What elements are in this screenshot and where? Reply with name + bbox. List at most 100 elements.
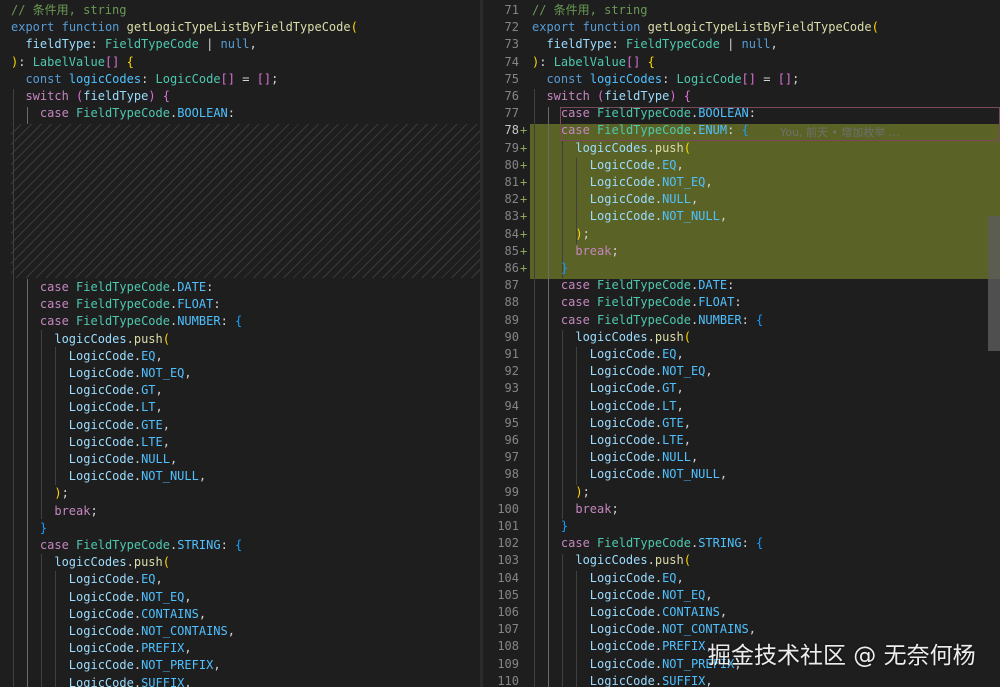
- code-token: {: [683, 89, 692, 103]
- code-token: GTE: [141, 417, 163, 432]
- code-line[interactable]: break;: [532, 501, 618, 518]
- code-token: .: [654, 398, 663, 413]
- code-line[interactable]: logicCodes.push(: [532, 552, 691, 569]
- code-line[interactable]: LogicCode.NOT_NULL,: [11, 468, 206, 485]
- code-line[interactable]: LogicCode.NULL,: [532, 191, 698, 208]
- code-line[interactable]: LogicCode.NOT_EQ,: [532, 587, 713, 604]
- code-line[interactable]: // 条件用, string: [532, 2, 647, 19]
- code-token: case: [39, 297, 69, 312]
- code-line[interactable]: ): LabelValue[] {: [11, 54, 134, 71]
- code-line[interactable]: const logicCodes: LogicCode[] = [];: [532, 71, 799, 88]
- code-line[interactable]: LogicCode.LTE,: [532, 432, 691, 449]
- code-line[interactable]: export function getLogicTypeListByFieldT…: [532, 19, 879, 36]
- code-line[interactable]: case FieldTypeCode.BOOLEAN:: [532, 105, 756, 122]
- code-line[interactable]: LogicCode.NOT_CONTAINS,: [11, 623, 235, 640]
- code-line[interactable]: LogicCode.PREFIX,: [11, 640, 192, 657]
- code-line[interactable]: LogicCode.EQ,: [11, 571, 163, 588]
- code-line[interactable]: LogicCode.NOT_EQ,: [11, 365, 192, 382]
- code-line[interactable]: LogicCode.SUFFIX,: [532, 673, 713, 687]
- code-line[interactable]: LogicCode.GT,: [11, 382, 163, 399]
- code-line[interactable]: LogicCode.SUFFIX,: [11, 675, 192, 687]
- code-line[interactable]: logicCodes.push(: [532, 329, 691, 346]
- code-line[interactable]: case FieldTypeCode.NUMBER: {: [532, 312, 763, 329]
- code-line[interactable]: LogicCode.EQ,: [532, 346, 684, 363]
- code-token: logicCodes: [575, 140, 648, 155]
- code-line[interactable]: case FieldTypeCode.DATE:: [532, 277, 734, 294]
- code-token: []: [777, 71, 793, 86]
- code-line[interactable]: );: [532, 226, 589, 243]
- code-token: GTE: [662, 415, 684, 430]
- code-line[interactable]: case FieldTypeCode.ENUM: {: [532, 122, 749, 139]
- code-token: LogicCode: [589, 157, 655, 172]
- code-line[interactable]: }: [11, 520, 47, 537]
- code-token: case: [560, 278, 590, 293]
- code-line[interactable]: fieldType: FieldTypeCode | null,: [11, 36, 256, 53]
- code-line[interactable]: break;: [11, 503, 97, 520]
- code-line[interactable]: );: [532, 484, 589, 501]
- code-line[interactable]: export function getLogicTypeListByFieldT…: [11, 19, 358, 36]
- line-number: 75: [504, 71, 519, 86]
- code-line[interactable]: fieldType: FieldTypeCode | null,: [532, 36, 777, 53]
- code-token: .: [133, 469, 142, 484]
- code-line[interactable]: LogicCode.GT,: [532, 380, 684, 397]
- code-line[interactable]: logicCodes.push(: [532, 140, 691, 157]
- code-token: ,: [705, 175, 713, 189]
- code-line[interactable]: case FieldTypeCode.DATE:: [11, 279, 213, 296]
- code-line[interactable]: LogicCode.LT,: [11, 399, 163, 416]
- code-token: ;: [611, 243, 619, 258]
- original-editor-pane[interactable]: // 条件用, string export function getLogicTy…: [0, 0, 480, 687]
- code-line[interactable]: }: [532, 518, 568, 535]
- code-line[interactable]: LogicCode.GTE,: [11, 417, 170, 434]
- scrollbar-thumb[interactable]: [988, 216, 1000, 351]
- code-line[interactable]: case FieldTypeCode.NUMBER: {: [11, 313, 242, 330]
- code-token: ,: [198, 469, 207, 484]
- code-line[interactable]: LogicCode.NOT_EQ,: [532, 363, 713, 380]
- code-token: FieldTypeCode: [104, 37, 199, 52]
- code-line[interactable]: // 条件用, string: [11, 2, 126, 19]
- code-line[interactable]: LogicCode.GTE,: [532, 415, 691, 432]
- code-line[interactable]: LogicCode.NULL,: [11, 451, 177, 468]
- code-line[interactable]: LogicCode.NOT_NULL,: [532, 208, 727, 225]
- code-line[interactable]: LogicCode.LT,: [532, 398, 684, 415]
- code-line[interactable]: break;: [532, 243, 619, 260]
- code-line[interactable]: const logicCodes: LogicCode[] = [];: [11, 71, 278, 88]
- code-token: EQ: [141, 572, 156, 587]
- code-token: (: [683, 329, 691, 344]
- code-line[interactable]: logicCodes.push(: [11, 331, 170, 348]
- code-line[interactable]: }: [532, 260, 568, 277]
- code-line[interactable]: LogicCode.NOT_NULL,: [532, 466, 727, 483]
- code-token: LogicCode: [68, 452, 134, 466]
- code-line[interactable]: LogicCode.EQ,: [11, 348, 163, 365]
- code-line[interactable]: switch (fieldType) {: [11, 88, 170, 105]
- code-line[interactable]: switch (fieldType) {: [532, 88, 691, 105]
- code-line[interactable]: LogicCode.LTE,: [11, 434, 170, 451]
- diff-added-marker: +: [520, 243, 528, 258]
- code-line[interactable]: case FieldTypeCode.FLOAT:: [532, 294, 742, 311]
- code-line[interactable]: case FieldTypeCode.FLOAT:: [11, 296, 221, 313]
- code-line[interactable]: LogicCode.CONTAINS,: [532, 604, 727, 621]
- code-line[interactable]: LogicCode.CONTAINS,: [11, 606, 206, 623]
- code-token: push: [654, 329, 684, 344]
- modified-editor-pane[interactable]: 71 // 条件用, string 72 export function getLog…: [483, 0, 1000, 687]
- code-line[interactable]: ): LabelValue[] {: [532, 54, 655, 71]
- code-line[interactable]: LogicCode.NULL,: [532, 449, 698, 466]
- code-token: function: [61, 20, 120, 35]
- code-line[interactable]: LogicCode.EQ,: [532, 157, 684, 174]
- code-line[interactable]: case FieldTypeCode.STRING: {: [532, 535, 763, 552]
- code-line[interactable]: LogicCode.NOT_PREFIX,: [11, 657, 221, 674]
- code-line[interactable]: LogicCode.NOT_EQ,: [11, 589, 192, 606]
- code-line[interactable]: LogicCode.EQ,: [532, 570, 684, 587]
- code-line[interactable]: case FieldTypeCode.BOOLEAN:: [11, 105, 235, 122]
- code-line[interactable]: LogicCode.PREFIX,: [532, 638, 713, 655]
- code-line[interactable]: );: [11, 485, 68, 502]
- code-token: LogicCode: [589, 381, 655, 396]
- code-line[interactable]: logicCodes.push(: [11, 554, 170, 571]
- code-line[interactable]: case FieldTypeCode.STRING: {: [11, 537, 242, 554]
- code-line[interactable]: LogicCode.NOT_EQ,: [532, 174, 713, 191]
